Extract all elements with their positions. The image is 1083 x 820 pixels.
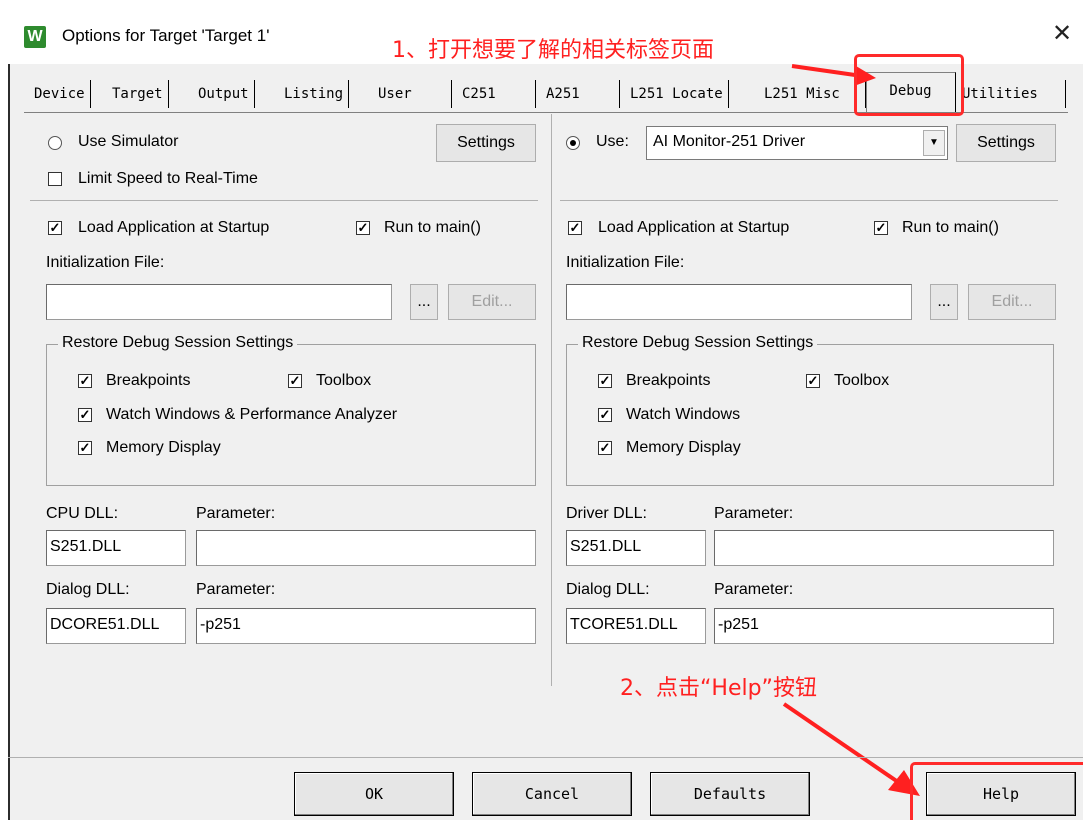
toolbox-label: Toolbox — [834, 372, 890, 389]
highlight-debug-tab — [854, 54, 964, 116]
load-app-label: Load Application at Startup — [598, 219, 790, 236]
driver-settings-button[interactable]: Settings — [956, 124, 1056, 162]
dialog-parameter-input[interactable]: -p251 — [196, 608, 536, 644]
cpu-dll-label: CPU DLL: — [46, 505, 119, 522]
dialog-dll-label: Dialog DLL: — [46, 581, 130, 598]
simulator-settings-button[interactable]: Settings — [436, 124, 536, 162]
watch-windows-checkbox[interactable]: ✓ — [78, 408, 92, 422]
button-bar-separator — [8, 757, 1083, 758]
dialog-dll-label: Dialog DLL: — [566, 581, 650, 598]
use-simulator-label: Use Simulator — [78, 133, 179, 150]
use-label: Use: — [596, 133, 629, 150]
browse-button[interactable]: ... — [930, 284, 958, 320]
memory-display-label: Memory Display — [626, 439, 741, 456]
limit-speed-checkbox[interactable] — [48, 172, 62, 186]
restore-settings-title: Restore Debug Session Settings — [578, 334, 818, 352]
cpu-parameter-input[interactable] — [196, 530, 536, 566]
close-icon[interactable]: ✕ — [1052, 22, 1072, 46]
memory-display-label: Memory Display — [106, 439, 221, 456]
tab-listing[interactable]: Listing — [280, 80, 350, 108]
driver-parameter-label: Parameter: — [714, 505, 794, 522]
panel-divider — [551, 114, 552, 686]
toolbox-checkbox[interactable]: ✓ — [806, 374, 820, 388]
watch-windows-label: Watch Windows & Performance Analyzer — [106, 406, 398, 423]
edit-button[interactable]: Edit... — [968, 284, 1056, 320]
separator — [560, 200, 1058, 201]
load-app-label: Load Application at Startup — [78, 219, 270, 236]
cpu-parameter-label: Parameter: — [196, 505, 276, 522]
run-to-main-checkbox[interactable]: ✓ — [356, 221, 370, 235]
tab-l251-locate[interactable]: L251 Locate — [626, 80, 729, 108]
toolbox-label: Toolbox — [316, 372, 372, 389]
tab-c251[interactable]: C251 — [458, 80, 536, 108]
run-to-main-label: Run to main() — [384, 219, 481, 236]
driver-parameter-input[interactable] — [714, 530, 1054, 566]
driver-select[interactable]: AI Monitor-251 Driver ▼ — [646, 126, 948, 160]
dialog-dll-input[interactable]: TCORE51.DLL — [566, 608, 706, 644]
breakpoints-label: Breakpoints — [106, 372, 191, 389]
toolbox-checkbox[interactable]: ✓ — [288, 374, 302, 388]
dialog-dll-input[interactable]: DCORE51.DLL — [46, 608, 186, 644]
dialog-parameter-input[interactable]: -p251 — [714, 608, 1054, 644]
breakpoints-label: Breakpoints — [626, 372, 711, 389]
chevron-down-icon[interactable]: ▼ — [923, 130, 945, 156]
dialog-parameter-label: Parameter: — [714, 581, 794, 598]
edit-button[interactable]: Edit... — [448, 284, 536, 320]
init-file-input[interactable] — [46, 284, 392, 320]
separator — [30, 200, 538, 201]
tab-utilities[interactable]: Utilities — [958, 80, 1066, 108]
use-driver-radio[interactable] — [566, 136, 580, 150]
app-icon: W — [24, 26, 46, 48]
browse-button[interactable]: ... — [410, 284, 438, 320]
init-file-label: Initialization File: — [566, 254, 685, 271]
use-simulator-radio[interactable] — [48, 136, 62, 150]
load-app-checkbox[interactable]: ✓ — [568, 221, 582, 235]
limit-speed-label: Limit Speed to Real-Time — [78, 170, 258, 187]
defaults-button[interactable]: Defaults — [650, 772, 810, 816]
ok-button[interactable]: OK — [294, 772, 454, 816]
load-app-checkbox[interactable]: ✓ — [48, 221, 62, 235]
tab-target[interactable]: Target — [108, 80, 169, 108]
annotation-step2: 2、点击“Help”按钮 — [620, 676, 817, 701]
breakpoints-checkbox[interactable]: ✓ — [598, 374, 612, 388]
init-file-label: Initialization File: — [46, 254, 165, 271]
cancel-button[interactable]: Cancel — [472, 772, 632, 816]
memory-display-checkbox[interactable]: ✓ — [598, 441, 612, 455]
tab-user[interactable]: User — [374, 80, 452, 108]
tab-a251[interactable]: A251 — [542, 80, 620, 108]
watch-windows-label: Watch Windows — [626, 406, 741, 423]
restore-settings-title: Restore Debug Session Settings — [58, 334, 298, 352]
init-file-input[interactable] — [566, 284, 912, 320]
driver-select-value: AI Monitor-251 Driver — [653, 133, 806, 150]
window-title: Options for Target 'Target 1' — [62, 26, 270, 45]
tab-device[interactable]: Device — [30, 80, 91, 108]
cpu-dll-input[interactable]: S251.DLL — [46, 530, 186, 566]
memory-display-checkbox[interactable]: ✓ — [78, 441, 92, 455]
driver-dll-label: Driver DLL: — [566, 505, 647, 522]
dialog-parameter-label: Parameter: — [196, 581, 276, 598]
run-to-main-label: Run to main() — [902, 219, 999, 236]
highlight-help-button — [910, 762, 1083, 820]
watch-windows-checkbox[interactable]: ✓ — [598, 408, 612, 422]
tab-output[interactable]: Output — [194, 80, 255, 108]
breakpoints-checkbox[interactable]: ✓ — [78, 374, 92, 388]
driver-dll-input[interactable]: S251.DLL — [566, 530, 706, 566]
run-to-main-checkbox[interactable]: ✓ — [874, 221, 888, 235]
annotation-step1: 1、打开想要了解的相关标签页面 — [392, 38, 714, 63]
